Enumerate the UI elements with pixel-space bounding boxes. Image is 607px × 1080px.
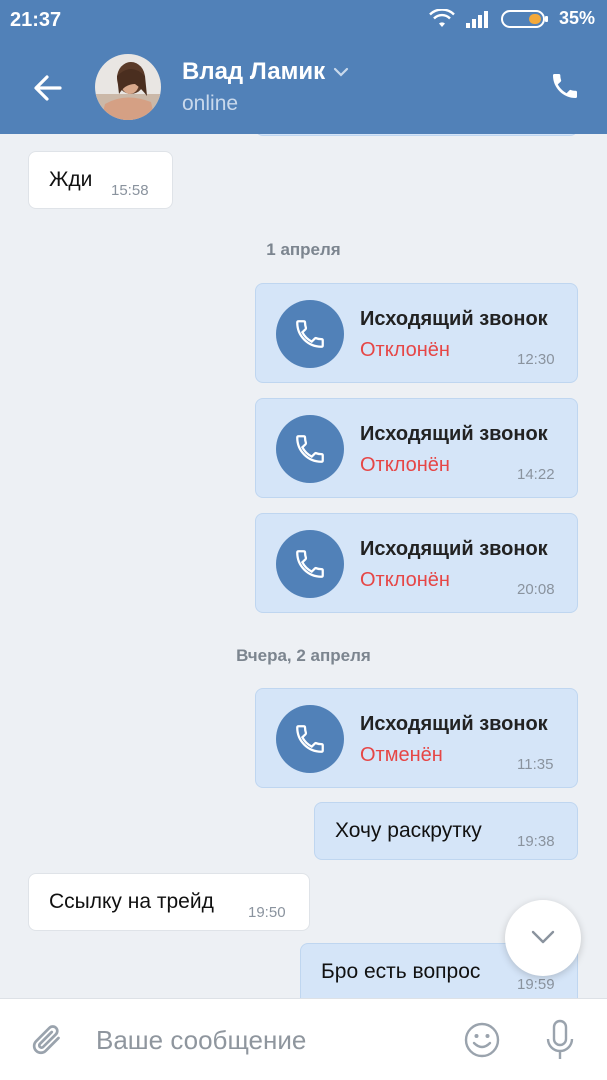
status-bar: 21:37 35% xyxy=(0,0,607,40)
phone-icon xyxy=(296,435,324,463)
message-incoming[interactable]: Жди 15:58 xyxy=(28,151,173,209)
call-status: Отклонён xyxy=(360,569,450,591)
presence-status: online xyxy=(182,92,239,115)
message-time: 19:38 xyxy=(517,833,555,850)
call-title: Исходящий звонок xyxy=(360,713,548,735)
message-input[interactable]: Ваше сообщение xyxy=(96,1025,306,1056)
phone-icon xyxy=(296,320,324,348)
call-status: Отклонён xyxy=(360,454,450,476)
message-text: Жди xyxy=(49,168,93,191)
message-bubble-partial xyxy=(255,134,578,136)
message-time: 14:22 xyxy=(517,466,555,483)
message-time: 19:50 xyxy=(248,904,286,921)
message-time: 15:58 xyxy=(111,182,149,199)
microphone-icon[interactable] xyxy=(545,1019,575,1061)
message-outgoing[interactable]: Хочу раскрутку 19:38 xyxy=(314,802,578,860)
message-time: 12:30 xyxy=(517,351,555,368)
contact-name-wrap[interactable]: Влад Ламик xyxy=(182,58,349,86)
date-separator: 1 апреля xyxy=(266,240,341,259)
chevron-down-icon xyxy=(531,930,555,944)
wifi-icon xyxy=(429,8,455,27)
phone-icon xyxy=(296,725,324,753)
call-title: Исходящий звонок xyxy=(360,538,548,560)
emoji-icon[interactable] xyxy=(463,1021,501,1059)
message-time: 19:59 xyxy=(517,976,555,993)
call-icon-circle xyxy=(276,705,344,773)
message-text: Ссылку на трейд xyxy=(49,890,214,913)
message-list[interactable]: Жди 15:58 1 апреля Исходящий звонок Откл… xyxy=(0,134,607,998)
message-incoming[interactable]: Ссылку на трейд 19:50 xyxy=(28,873,310,931)
call-title: Исходящий звонок xyxy=(360,423,548,445)
back-arrow-icon[interactable] xyxy=(30,70,66,106)
battery-icon xyxy=(500,9,548,28)
contact-name: Влад Ламик xyxy=(182,58,326,85)
call-icon-circle xyxy=(276,415,344,483)
app-bar: Влад Ламик online xyxy=(0,40,607,134)
call-icon-circle xyxy=(276,530,344,598)
phone-icon xyxy=(296,550,324,578)
avatar[interactable] xyxy=(95,54,161,120)
paperclip-icon[interactable] xyxy=(30,1021,66,1061)
message-time: 11:35 xyxy=(517,756,554,773)
status-time: 21:37 xyxy=(10,9,62,31)
message-text: Бро есть вопрос xyxy=(321,960,481,983)
date-separator: Вчера, 2 апреля xyxy=(236,646,371,665)
call-icon-circle xyxy=(276,300,344,368)
message-text: Хочу раскрутку xyxy=(335,819,482,842)
chevron-down-icon xyxy=(334,67,349,77)
status-icons: 35% xyxy=(429,8,595,29)
call-message[interactable]: Исходящий звонок Отклонён 12:30 xyxy=(255,283,578,383)
signal-icon xyxy=(465,10,488,28)
call-message[interactable]: Исходящий звонок Отклонён 20:08 xyxy=(255,513,578,613)
call-title: Исходящий звонок xyxy=(360,308,548,330)
call-message[interactable]: Исходящий звонок Отменён 11:35 xyxy=(255,688,578,788)
battery-percent: 35% xyxy=(558,8,595,28)
scroll-down-button[interactable] xyxy=(505,900,581,976)
call-status: Отменён xyxy=(360,744,443,766)
call-message[interactable]: Исходящий звонок Отклонён 14:22 xyxy=(255,398,578,498)
chat-header: 21:37 35% Влад Ламик online xyxy=(0,0,607,134)
message-composer: Ваше сообщение xyxy=(0,998,607,1080)
call-status: Отклонён xyxy=(360,339,450,361)
message-time: 20:08 xyxy=(517,581,555,598)
phone-icon[interactable] xyxy=(549,70,581,102)
